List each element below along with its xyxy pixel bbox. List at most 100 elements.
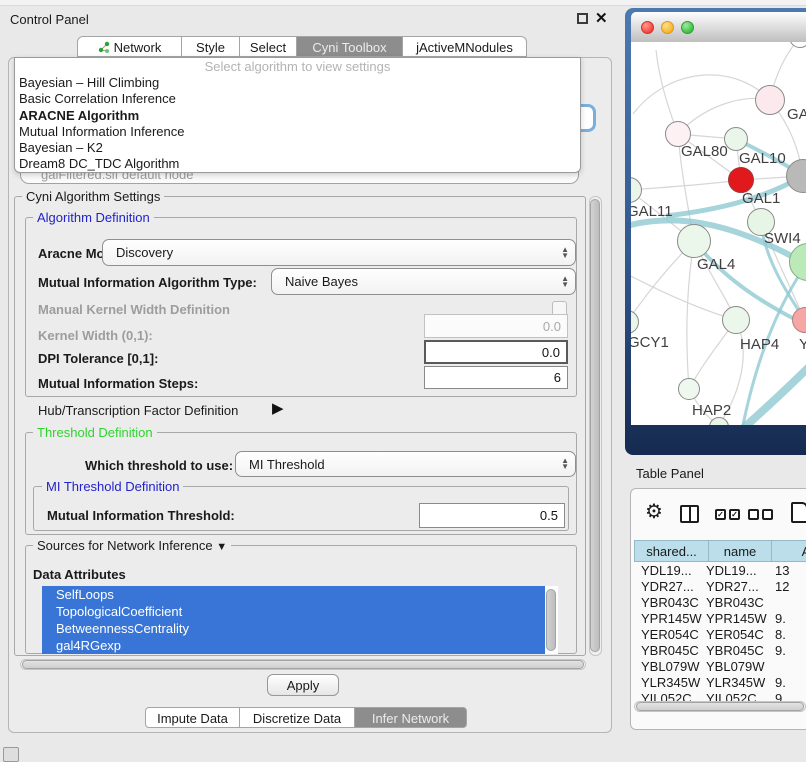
table-row[interactable]: YBL079WYBL079W	[634, 659, 806, 675]
checked-checkbox-icon[interactable]: ✓	[729, 509, 740, 520]
tab-jactivemnodules[interactable]: jActiveMNodules	[403, 36, 527, 57]
minimized-panel-icon[interactable]	[3, 747, 19, 762]
algorithm-option-mutual-information[interactable]: Mutual Information Inference	[15, 124, 580, 140]
mi-threshold-field[interactable]	[419, 503, 565, 528]
table-row[interactable]: YDL19...YDL19...13	[634, 563, 806, 579]
tab-discretize-data[interactable]: Discretize Data	[240, 707, 355, 728]
algorithm-dropdown-prompt: Select algorithm to view settings	[15, 58, 580, 75]
network-node-hap4[interactable]	[722, 306, 750, 334]
table-row[interactable]: YDR27...YDR27...12	[634, 579, 806, 595]
hub-definition-expander[interactable]: Hub/Transcription Factor Definition	[38, 403, 238, 418]
algorithm-dropdown-popup: Select algorithm to view settings Bayesi…	[14, 57, 581, 173]
gear-icon[interactable]: ⚙	[645, 502, 663, 522]
mi-steps-field[interactable]	[424, 366, 568, 389]
mi-type-value: Naive Bayes	[285, 274, 358, 289]
algorithm-option-dream8[interactable]: Dream8 DC_TDC Algorithm	[15, 156, 580, 172]
node-label: GAL4	[697, 256, 735, 273]
cell: 12	[775, 579, 789, 594]
algorithm-option-bayesian-k2[interactable]: Bayesian – K2	[15, 140, 580, 156]
aracne-mode-value: Discovery	[116, 245, 173, 260]
aracne-mode-combo[interactable]: Discovery ▲▼	[102, 239, 576, 266]
dpi-tolerance-field[interactable]	[424, 340, 568, 364]
column-header-name[interactable]: name	[708, 540, 772, 562]
tab-network[interactable]: Network	[77, 36, 182, 57]
table-rows: YDL19...YDL19...13 YDR27...YDR27...12 YB…	[634, 563, 806, 701]
cell: YIL052C	[641, 691, 692, 701]
table-row[interactable]: YER054CYER054C8.	[634, 627, 806, 643]
column-header-shared[interactable]: shared...	[634, 540, 709, 562]
close-traffic-light[interactable]	[641, 21, 654, 34]
expander-arrow-down-icon[interactable]: ▼	[216, 541, 227, 553]
list-item-gal4rgexp[interactable]: gal4RGexp	[42, 637, 558, 654]
data-attributes-list: SelfLoops TopologicalCoefficient Between…	[42, 586, 558, 654]
table-row[interactable]: YPR145WYPR145W9.	[634, 611, 806, 627]
list-item-selfloops[interactable]: SelfLoops	[42, 586, 558, 603]
checked-checkbox-icon[interactable]: ✓	[715, 509, 726, 520]
close-panel-icon[interactable]: ✕	[595, 9, 608, 27]
sources-group-title: Sources for Network Inference ▼	[33, 538, 231, 553]
list-vscrollbar-thumb[interactable]	[546, 589, 556, 651]
unchecked-checkbox-icon[interactable]	[748, 509, 759, 520]
column-header-partial[interactable]: A	[771, 540, 806, 562]
algorithm-option-basic-correlation[interactable]: Basic Correlation Inference	[15, 91, 580, 107]
cyni-settings-group-title: Cyni Algorithm Settings	[22, 189, 164, 204]
kernel-width-field[interactable]	[424, 314, 568, 338]
cell: YBL079W	[641, 659, 700, 674]
which-threshold-label: Which threshold to use:	[85, 458, 233, 473]
cell: YDL19...	[641, 563, 692, 578]
network-icon	[98, 41, 110, 53]
apply-button[interactable]: Apply	[267, 674, 339, 696]
spinner-icon: ▲▼	[561, 247, 569, 259]
algorithm-option-aracne[interactable]: ARACNE Algorithm	[15, 108, 580, 124]
table-row[interactable]: YIL052CYIL052C9	[634, 691, 806, 701]
cell: YPR145W	[641, 611, 702, 626]
mi-type-combo[interactable]: Naive Bayes ▲▼	[271, 268, 576, 295]
cell: 8.	[775, 627, 786, 642]
tab-select[interactable]: Select	[240, 36, 297, 57]
network-node[interactable]	[755, 85, 785, 115]
expander-arrow-right-icon[interactable]: ▶	[272, 399, 284, 417]
threshold-definition-title: Threshold Definition	[33, 425, 157, 440]
tab-style[interactable]: Style	[182, 36, 240, 57]
node-label: HAP4	[740, 336, 779, 353]
settings-vscrollbar-thumb[interactable]	[590, 199, 600, 652]
cell: YDR27...	[641, 579, 694, 594]
data-attributes-label: Data Attributes	[33, 567, 126, 582]
algorithm-option-bayesian-hill-climbing[interactable]: Bayesian – Hill Climbing	[15, 75, 580, 91]
table-hscrollbar-thumb[interactable]	[636, 702, 804, 711]
mi-threshold-group-title: MI Threshold Definition	[42, 479, 183, 494]
tab-infer-network[interactable]: Infer Network	[355, 707, 467, 728]
window-top-strip	[0, 0, 806, 6]
tab-style-label: Style	[196, 40, 225, 55]
mi-threshold-label: Mutual Information Threshold:	[47, 508, 235, 523]
network-window-titlebar[interactable]	[631, 12, 806, 43]
which-threshold-combo[interactable]: MI Threshold ▲▼	[235, 451, 576, 477]
node-label: GCY1	[631, 334, 669, 351]
list-item-topologicalcoefficient[interactable]: TopologicalCoefficient	[42, 603, 558, 620]
tab-impute-data[interactable]: Impute Data	[145, 707, 240, 728]
table-row[interactable]: YBR045CYBR045C9.	[634, 643, 806, 659]
dpi-tolerance-label: DPI Tolerance [0,1]:	[38, 351, 158, 366]
network-node-gal4[interactable]	[677, 224, 711, 258]
document-icon[interactable]	[791, 502, 806, 523]
tab-cyni-toolbox[interactable]: Cyni Toolbox	[297, 36, 403, 57]
manual-kernel-label: Manual Kernel Width Definition	[38, 302, 230, 317]
network-window[interactable]: GAL GAL80 GAL10 GAL1 GAL11 SWI4 GAL4 GCY…	[625, 8, 806, 455]
list-item-betweennesscentrality[interactable]: BetweennessCentrality	[42, 620, 558, 637]
cell: YPR145W	[706, 611, 767, 626]
node-label: GAL	[787, 106, 806, 123]
minimize-traffic-light[interactable]	[661, 21, 674, 34]
table-row[interactable]: YBR043CYBR043C	[634, 595, 806, 611]
cell: YLR345W	[641, 675, 700, 690]
zoom-traffic-light[interactable]	[681, 21, 694, 34]
network-node-hap2[interactable]	[678, 378, 700, 400]
network-canvas[interactable]: GAL GAL80 GAL10 GAL1 GAL11 SWI4 GAL4 GCY…	[631, 42, 806, 425]
unchecked-checkbox-icon[interactable]	[762, 509, 773, 520]
settings-hscrollbar-thumb[interactable]	[22, 660, 584, 669]
spinner-icon: ▲▼	[561, 276, 569, 288]
column-layout-icon[interactable]	[680, 505, 699, 523]
cell: 9	[775, 691, 782, 701]
tab-impute-data-label: Impute Data	[157, 711, 228, 726]
table-row[interactable]: YLR345WYLR345W9.	[634, 675, 806, 691]
float-panel-icon[interactable]	[577, 13, 588, 24]
